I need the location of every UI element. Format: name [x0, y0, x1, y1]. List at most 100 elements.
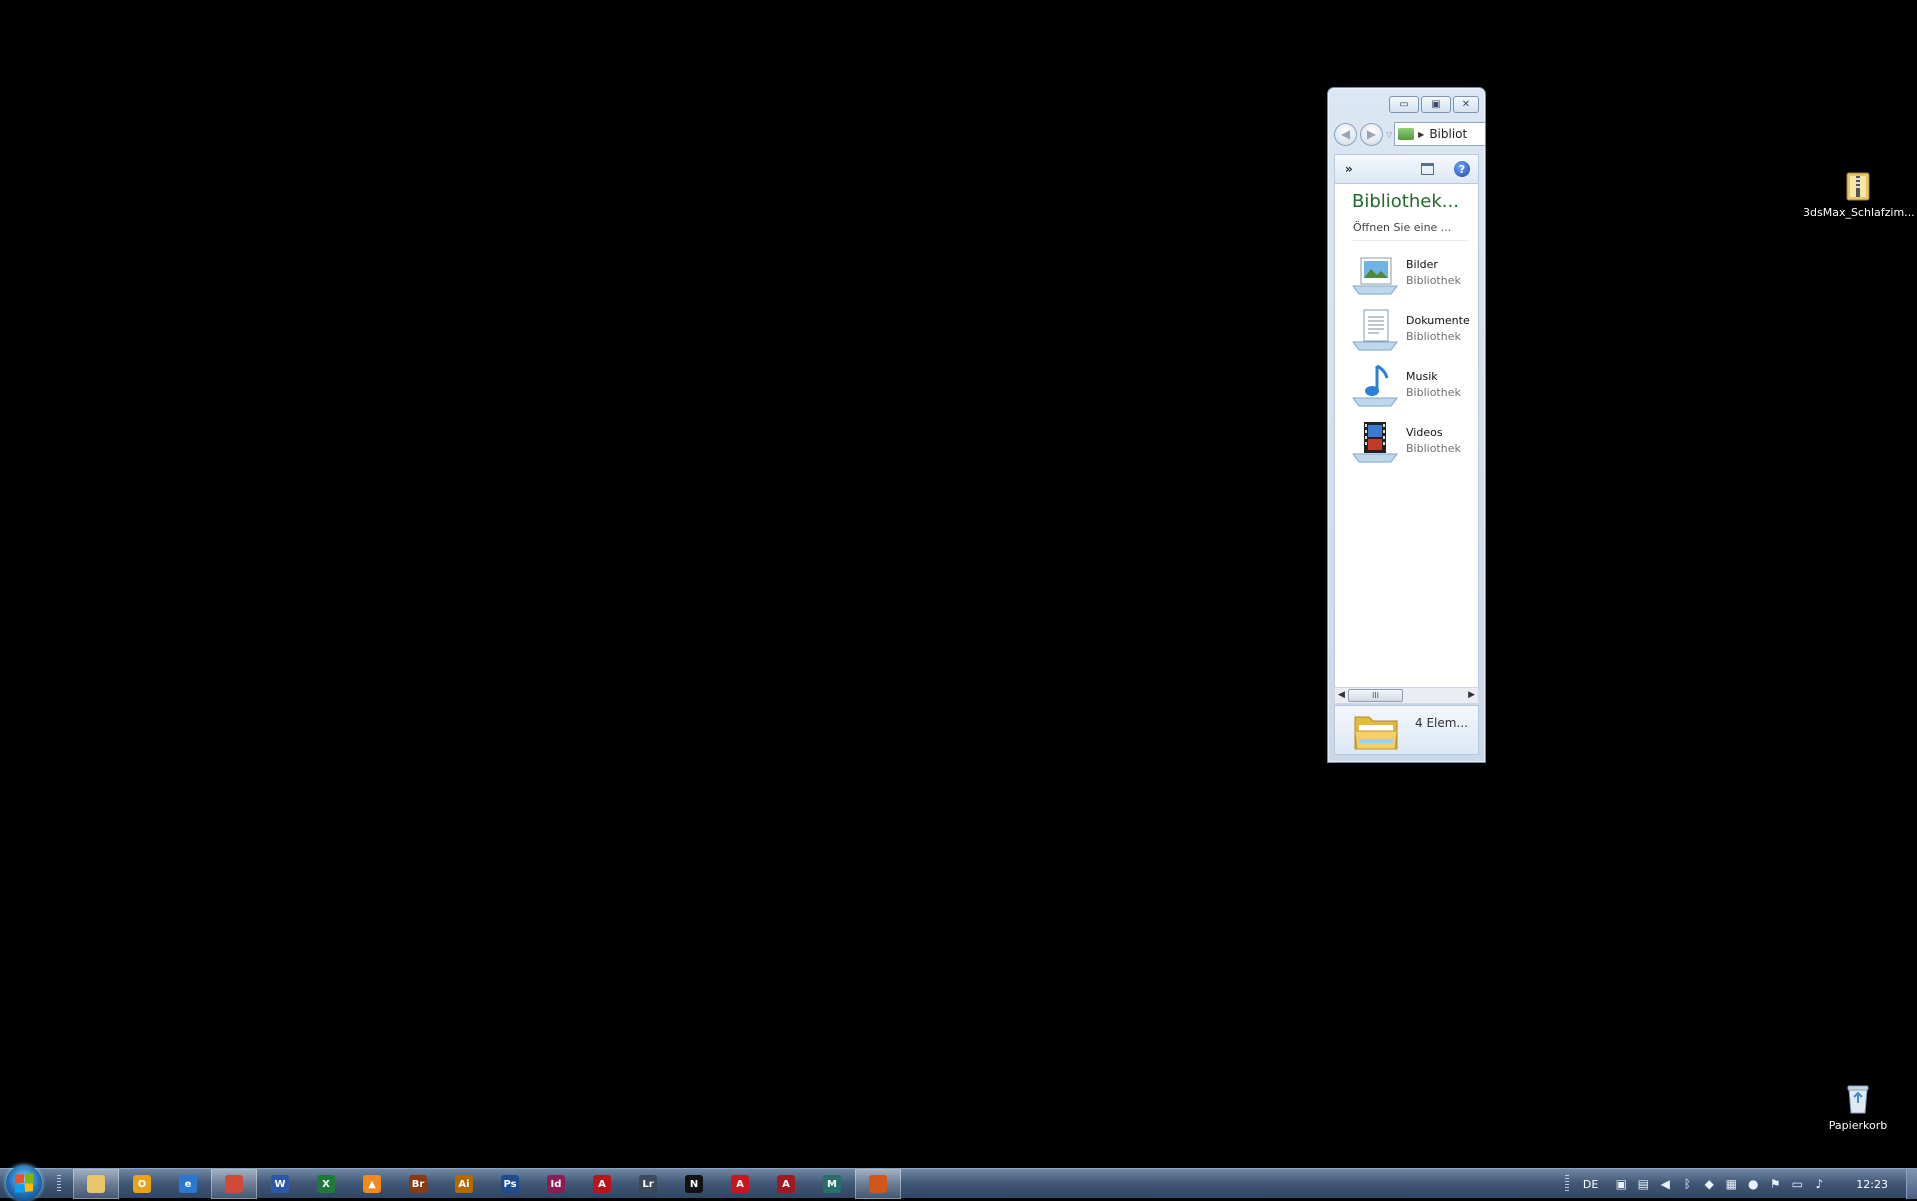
desktop-icon-recycle-bin[interactable]: Papierkorb [1803, 1083, 1913, 1132]
system-tray: DE ▣ ▤ ◀ ᛒ ◆ ▦ ● ⚑ ▭ ♪ 12:23 [1559, 1169, 1917, 1199]
command-bar: » ? [1334, 154, 1479, 184]
recycle-bin-icon [1845, 1083, 1871, 1115]
ring-icon[interactable]: ● [1745, 1177, 1761, 1191]
divider [1353, 240, 1468, 241]
taskbar-app-illustrator[interactable]: Ai [441, 1169, 487, 1199]
taskbar-app-internet-explorer[interactable]: e [165, 1169, 211, 1199]
flag-icon[interactable]: ⚑ [1767, 1177, 1783, 1191]
maximize-button[interactable]: ▣ [1421, 96, 1451, 113]
documents-library-icon [1351, 308, 1399, 352]
forward-arrow-icon: ▶ [1366, 127, 1377, 141]
back-button[interactable]: ◀ [1334, 122, 1357, 146]
details-pane: 4 Elem... [1334, 705, 1479, 755]
taskbar-app-max[interactable]: M [809, 1169, 855, 1199]
taskbar-app-chrome[interactable] [211, 1169, 257, 1199]
max-icon: M [823, 1175, 841, 1193]
desktop-icon-label: Papierkorb [1828, 1119, 1888, 1132]
taskbar-app-explorer[interactable] [73, 1169, 119, 1199]
word-icon: W [271, 1175, 289, 1193]
start-button[interactable] [6, 1165, 42, 1201]
taskbar-app-excel[interactable]: X [303, 1169, 349, 1199]
item-type: Bibliothek [1406, 442, 1461, 455]
item-name: Bilder [1406, 258, 1438, 271]
music-library-icon [1351, 364, 1399, 408]
library-item-videos[interactable]: Videos Bibliothek [1351, 420, 1478, 470]
caption-buttons: ▭ ▣ ✕ [1389, 96, 1479, 113]
more-commands-button[interactable]: » [1345, 162, 1353, 176]
lightroom-icon: Lr [639, 1175, 657, 1193]
show-desktop-button[interactable] [1906, 1169, 1917, 1199]
scroll-left-icon[interactable]: ◀ [1338, 690, 1345, 700]
horizontal-scrollbar[interactable]: ◀ III ▶ [1334, 687, 1479, 704]
tray-icons: ▣ ▤ ◀ ᛒ ◆ ▦ ● ⚑ ▭ ♪ [1610, 1177, 1830, 1191]
scroll-right-icon[interactable]: ▶ [1468, 690, 1475, 700]
zip-folder-icon [1845, 170, 1871, 202]
taskbar-app-autocad[interactable]: A [763, 1169, 809, 1199]
clock[interactable]: 12:23 [1856, 1178, 1888, 1191]
taskbar-app-vlc[interactable]: ▲ [349, 1169, 395, 1199]
folder-icon [1353, 709, 1399, 753]
taskbar-app-lightroom[interactable]: Lr [625, 1169, 671, 1199]
taskbar-app-outlook[interactable]: O [119, 1169, 165, 1199]
volume-icon[interactable]: ◀ [1657, 1177, 1673, 1191]
taskbar-app-word[interactable]: W [257, 1169, 303, 1199]
page-title: Bibliothek... [1352, 191, 1459, 212]
library-item-bilder[interactable]: Bilder Bibliothek [1351, 252, 1478, 302]
network-icon[interactable]: ▣ [1613, 1177, 1629, 1191]
scroll-thumb[interactable]: III [1348, 689, 1403, 702]
speaker-icon[interactable]: ♪ [1811, 1177, 1827, 1191]
language-indicator[interactable]: DE [1583, 1178, 1598, 1191]
file-list: Bibliothek... Öffnen Sie eine ... Bilder… [1334, 184, 1479, 703]
nero-icon: N [685, 1175, 703, 1193]
acrobat-reader-icon: A [731, 1175, 749, 1193]
pictures-library-icon [1351, 252, 1399, 296]
illustrator-icon: Ai [455, 1175, 473, 1193]
usb-icon[interactable]: ◆ [1701, 1177, 1717, 1191]
graph-icon[interactable]: ▦ [1723, 1177, 1739, 1191]
forward-button[interactable]: ▶ [1360, 122, 1383, 146]
taskbar-app-acrobat-reader[interactable]: A [717, 1169, 763, 1199]
acrobat-icon: A [593, 1175, 611, 1193]
close-button[interactable]: ✕ [1453, 96, 1479, 113]
bluetooth-icon[interactable]: ᛒ [1679, 1177, 1695, 1191]
explorer-window[interactable]: ▭ ▣ ✕ ◀ ▶ ▽ ▶ Bibliot » ? Bibliothek... … [1327, 87, 1486, 763]
breadcrumb-arrow-icon[interactable]: ▶ [1418, 130, 1424, 139]
item-name: Videos [1406, 426, 1443, 439]
explorer-icon [87, 1175, 105, 1193]
preview-pane-icon[interactable] [1421, 163, 1434, 175]
tray-grip[interactable] [1564, 1175, 1569, 1193]
chrome-icon [225, 1175, 243, 1193]
desktop-icon-3dsmax-file[interactable]: 3dsMax_Schlafzim... [1803, 170, 1915, 219]
monitor-icon[interactable]: ▤ [1635, 1177, 1651, 1191]
taskbar-app-recorder[interactable] [855, 1169, 901, 1199]
taskbar-apps: Oe W X ▲ Br Ai Ps Id A Lr N A A M [73, 1169, 901, 1199]
close-icon: ✕ [1461, 99, 1471, 110]
taskbar-app-acrobat[interactable]: A [579, 1169, 625, 1199]
recent-pages-dropdown[interactable]: ▽ [1386, 130, 1392, 139]
autocad-icon: A [777, 1175, 795, 1193]
bridge-icon: Br [409, 1175, 427, 1193]
outlook-icon: O [133, 1175, 151, 1193]
libraries-folder-icon [1398, 128, 1415, 140]
taskbar-grip[interactable] [57, 1175, 61, 1193]
desktop-icon-label: 3dsMax_Schlafzim... [1803, 206, 1915, 219]
item-type: Bibliothek [1406, 330, 1461, 343]
taskbar-app-photoshop[interactable]: Ps [487, 1169, 533, 1199]
item-type: Bibliothek [1406, 274, 1461, 287]
address-bar[interactable]: ▶ Bibliot [1394, 122, 1485, 146]
taskbar-app-bridge[interactable]: Br [395, 1169, 441, 1199]
display-icon[interactable]: ▭ [1789, 1177, 1805, 1191]
item-count: 4 Elem... [1415, 716, 1468, 730]
minimize-button[interactable]: ▭ [1389, 96, 1419, 113]
library-item-dokumente[interactable]: Dokumente Bibliothek [1351, 308, 1478, 358]
taskbar-app-indesign[interactable]: Id [533, 1169, 579, 1199]
page-subtitle: Öffnen Sie eine ... [1353, 221, 1452, 234]
breadcrumb-libraries[interactable]: Bibliot [1429, 127, 1467, 141]
library-item-musik[interactable]: Musik Bibliothek [1351, 364, 1478, 414]
help-icon[interactable]: ? [1454, 161, 1470, 177]
taskbar-app-nero[interactable]: N [671, 1169, 717, 1199]
item-type: Bibliothek [1406, 386, 1461, 399]
windows-logo-icon [15, 1173, 33, 1193]
photoshop-icon: Ps [501, 1175, 519, 1193]
navigation-bar: ◀ ▶ ▽ ▶ Bibliot [1334, 121, 1485, 147]
